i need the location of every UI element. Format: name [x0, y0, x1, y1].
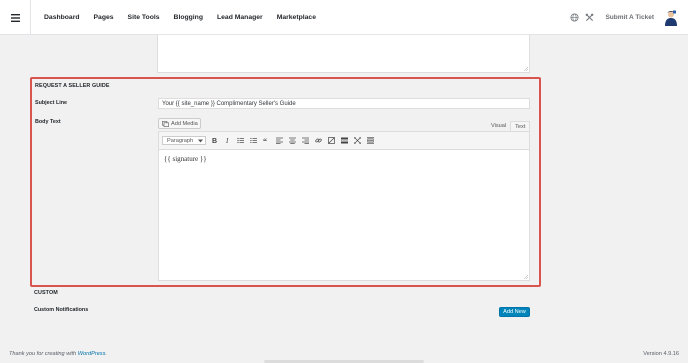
nav-item-lead-manager[interactable]: Lead Manager: [217, 14, 263, 21]
chevron-down-icon: [198, 139, 203, 142]
toolbar-toggle-button[interactable]: [365, 136, 375, 146]
insert-link-button[interactable]: [313, 136, 323, 146]
hamburger-icon: [10, 13, 20, 22]
body-text-label: Body Text: [35, 119, 61, 125]
italic-icon: I: [225, 137, 229, 144]
footer-thanks: Thank you for creating with WordPress.: [9, 351, 107, 357]
toolbar-toggle-icon: [366, 137, 374, 144]
add-media-button[interactable]: Add Media: [158, 118, 201, 129]
tab-text[interactable]: Text: [510, 121, 531, 131]
fullscreen-button[interactable]: [352, 136, 362, 146]
avatar[interactable]: [664, 10, 678, 26]
subject-line-input[interactable]: Your {{ site_name }} Complimentary Selle…: [158, 98, 530, 109]
body-text-content[interactable]: {{ signature }}: [159, 150, 529, 168]
resize-handle-icon[interactable]: [524, 67, 528, 71]
bold-icon: B: [212, 138, 217, 144]
add-media-label: Add Media: [171, 120, 198, 127]
bullet-list-icon: [236, 137, 244, 144]
numbered-list-icon: [249, 138, 257, 143]
footer-thanks-suffix: .: [105, 351, 107, 357]
resize-handle-icon[interactable]: [524, 275, 528, 279]
bullet-list-button[interactable]: [235, 136, 245, 146]
unlink-icon: [327, 137, 335, 144]
media-icon: [162, 120, 169, 127]
top-right-tools: Submit A Ticket: [570, 0, 678, 35]
body-text-editor: Paragraph B I “ {{signature}}: [158, 131, 530, 281]
editor-toolbar: Paragraph B I “: [159, 132, 529, 150]
align-left-button[interactable]: [274, 136, 284, 146]
nav-item-blogging[interactable]: Blogging: [174, 14, 203, 21]
svg-text:I: I: [225, 137, 229, 144]
editor-tabs: Visual Text: [487, 121, 531, 131]
numbered-list-button[interactable]: [248, 136, 258, 146]
custom-section-title: CUSTOM: [34, 290, 58, 296]
format-select[interactable]: Paragraph: [162, 136, 206, 145]
link-icon: [314, 138, 322, 143]
nav-item-pages[interactable]: Pages: [94, 14, 114, 21]
nav-item-dashboard[interactable]: Dashboard: [44, 14, 80, 21]
italic-button[interactable]: I: [222, 136, 232, 146]
read-more-icon: [340, 137, 348, 144]
menu-toggle-button[interactable]: [0, 0, 31, 35]
remove-link-button[interactable]: [326, 136, 336, 146]
read-more-button[interactable]: [339, 136, 349, 146]
blockquote-button[interactable]: “: [261, 136, 271, 146]
fullscreen-icon: [353, 137, 361, 144]
align-right-button[interactable]: [300, 136, 310, 146]
quote-icon: “: [263, 137, 267, 144]
seller-guide-section-title: REQUEST A SELLER GUIDE: [35, 83, 110, 89]
svg-text:B: B: [212, 138, 217, 144]
subject-line-label: Subject Line: [35, 100, 68, 106]
align-center-button[interactable]: [287, 136, 297, 146]
svg-text:“: “: [263, 137, 267, 144]
align-right-icon: [301, 137, 309, 144]
main-nav: Dashboard Pages Site Tools Blogging Lead…: [44, 0, 316, 35]
format-select-value: Paragraph: [167, 137, 194, 144]
top-bar: Dashboard Pages Site Tools Blogging Lead…: [0, 0, 688, 35]
add-new-button[interactable]: Add New: [499, 307, 530, 317]
submit-ticket-link[interactable]: Submit A Ticket: [605, 14, 654, 21]
tab-visual[interactable]: Visual: [487, 121, 510, 131]
previous-editor-textarea[interactable]: [157, 35, 530, 73]
align-left-icon: [275, 137, 283, 144]
version-text: Version 4.9.16: [643, 351, 679, 357]
footer-thanks-text: Thank you for creating with: [9, 351, 77, 357]
globe-icon[interactable]: [570, 13, 579, 22]
nav-item-site-tools[interactable]: Site Tools: [128, 14, 160, 21]
nav-item-marketplace[interactable]: Marketplace: [277, 14, 316, 21]
tools-icon[interactable]: [585, 13, 594, 22]
align-center-icon: [288, 137, 296, 144]
wordpress-link[interactable]: WordPress: [78, 351, 106, 357]
custom-notifications-label: Custom Notifications: [34, 307, 89, 313]
bold-button[interactable]: B: [209, 136, 219, 146]
